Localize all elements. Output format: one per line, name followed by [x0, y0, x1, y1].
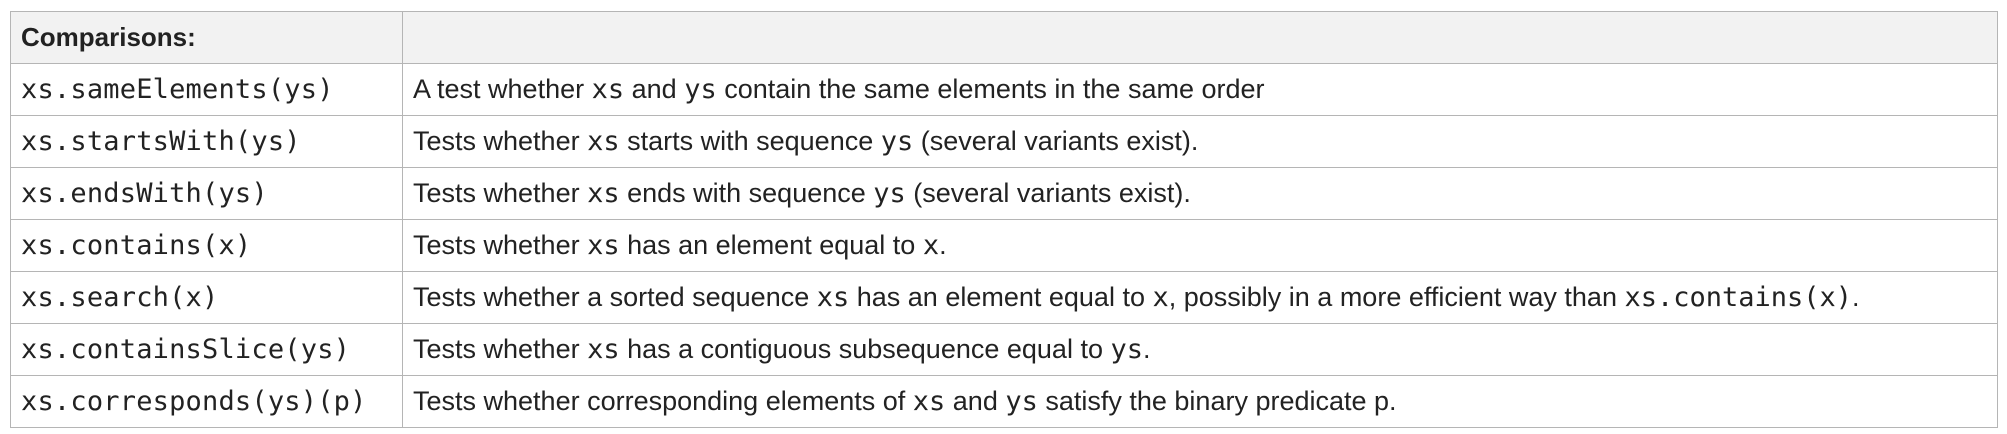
inline-code: xs [587, 334, 620, 365]
description-text: . [939, 230, 947, 260]
operation-cell: xs.startsWith(ys) [10, 115, 403, 168]
description-text: (several variants exist). [913, 126, 1199, 156]
description-text: Tests whether [413, 178, 588, 208]
operation-cell: xs.endsWith(ys) [10, 167, 403, 220]
table-row: xs.search(x) Tests whether a sorted seque… [10, 271, 1998, 324]
inline-code: ys [1110, 334, 1143, 365]
description-text: has an element equal to [619, 230, 923, 260]
description-text: , possibly in a more efficient way than [1168, 282, 1625, 312]
table-row: xs.endsWith(ys) Tests whether xs ends wit… [10, 167, 1998, 220]
operation-cell: xs.search(x) [10, 271, 403, 324]
inline-code: xs [912, 386, 946, 417]
table-row: xs.sameElements(ys) A test whether xs and… [10, 63, 1998, 116]
inline-code: xs.contains(x) [1624, 282, 1853, 313]
description-text: (several variants exist). [905, 178, 1191, 208]
description-text: contain the same elements in the same or… [716, 74, 1265, 104]
description-cell: Tests whether xs has an element equal to… [402, 219, 1998, 272]
description-text: starts with sequence [619, 126, 881, 156]
table-row: xs.corresponds(ys)(p) Tests whether corre… [10, 375, 1998, 428]
description-text: satisfy the binary predicate [1037, 386, 1375, 416]
table-row: xs.startsWith(ys) Tests whether xs starts… [10, 115, 1998, 168]
description-cell: Tests whether xs ends with sequence ys (… [402, 167, 1998, 220]
comparisons-table: Comparisons: xs.sameElements(ys) A test w… [10, 11, 1998, 428]
description-cell: Tests whether xs starts with sequence ys… [402, 115, 1998, 168]
operation-cell: xs.containsSlice(ys) [10, 323, 403, 376]
description-text: Tests whether [413, 230, 588, 260]
description-text: ends with sequence [619, 178, 874, 208]
table-row: xs.containsSlice(ys) Tests whether xs has… [10, 323, 1998, 376]
description-text: Tests whether [413, 126, 588, 156]
inline-code: ys [873, 178, 906, 209]
description-text: and [945, 386, 1006, 416]
header-empty-cell [402, 11, 1998, 64]
inline-code: x [922, 230, 940, 261]
description-text: Tests whether a sorted sequence [413, 282, 817, 312]
inline-code: xs [587, 126, 620, 157]
description-text: p. [1374, 386, 1397, 416]
description-cell: Tests whether a sorted sequence xs has a… [402, 271, 1998, 324]
description-text: has an element equal to [849, 282, 1153, 312]
description-text: and [624, 74, 685, 104]
table-body: Comparisons: xs.sameElements(ys) A test w… [10, 11, 1998, 428]
inline-code: ys [684, 74, 717, 105]
inline-code: xs [587, 178, 620, 209]
inline-code: x [1152, 282, 1169, 313]
description-text: Tests whether [413, 334, 588, 364]
table-row: xs.contains(x) Tests whether xs has an el… [10, 219, 1998, 272]
description-text: has a contiguous subsequence equal to [619, 334, 1111, 364]
inline-code: xs [587, 230, 620, 261]
operation-cell: xs.corresponds(ys)(p) [10, 375, 403, 428]
description-text: A test whether [413, 74, 592, 104]
description-text: . [1142, 334, 1151, 364]
table-header-row: Comparisons: [10, 11, 1998, 64]
description-cell: Tests whether corresponding elements of … [402, 375, 1998, 428]
operation-cell: xs.sameElements(ys) [10, 63, 403, 116]
operation-cell: xs.contains(x) [10, 219, 403, 272]
section-heading: Comparisons: [10, 11, 403, 64]
inline-code: ys [880, 126, 914, 157]
description-text: . [1852, 282, 1860, 312]
description-cell: Tests whether xs has a contiguous subseq… [402, 323, 1998, 376]
inline-code: xs [816, 282, 850, 313]
inline-code: ys [1005, 386, 1038, 417]
description-cell: A test whether xs and ys contain the sam… [402, 63, 1998, 116]
inline-code: xs [591, 74, 625, 105]
description-text: Tests whether corresponding elements of [413, 386, 913, 416]
